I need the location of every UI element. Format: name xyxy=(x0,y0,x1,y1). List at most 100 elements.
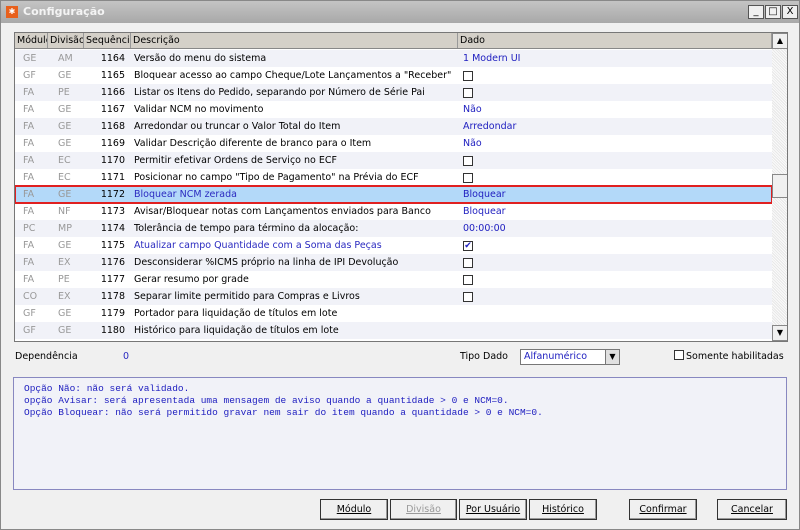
modulo-cell: FA xyxy=(23,138,35,149)
modulo-cell: FA xyxy=(23,274,35,285)
cancelar-button[interactable]: Cancelar xyxy=(717,499,787,520)
col-modulo[interactable]: Módulo xyxy=(15,33,48,48)
col-divisao[interactable]: Divisão xyxy=(48,33,84,48)
dado-cell[interactable]: 1 Modern UI xyxy=(458,50,772,67)
table-row-selected[interactable]: FA GE 1172 Bloquear NCM zerada Bloquear xyxy=(15,185,773,204)
descricao-cell: Bloquear NCM zerada xyxy=(134,189,237,200)
dado-cell[interactable]: Bloquear xyxy=(458,203,772,220)
table-row[interactable]: FA NF 1173 Avisar/Bloquear notas com Lan… xyxy=(15,203,772,220)
dependencia-value: 0 xyxy=(123,351,130,362)
chevron-down-icon[interactable]: ▼ xyxy=(605,350,619,364)
checkbox[interactable] xyxy=(463,70,473,81)
maximize-button[interactable]: □ xyxy=(765,5,781,19)
divisao-cell: GE xyxy=(58,325,72,336)
close-button[interactable]: X xyxy=(782,5,798,19)
sequencia-cell: 1173 xyxy=(100,206,125,217)
checkbox[interactable] xyxy=(463,87,473,98)
memo-line: opção Avisar: será apresentada uma mensa… xyxy=(24,395,509,406)
sequencia-cell: 1169 xyxy=(100,138,125,149)
table-row[interactable]: GF GE 1165 Bloquear acesso ao campo Cheq… xyxy=(15,67,772,84)
modulo-cell: GE xyxy=(23,53,37,64)
divisao-button[interactable]: Divisão xyxy=(390,499,457,520)
checkbox[interactable] xyxy=(463,291,473,302)
col-dado[interactable]: Dado xyxy=(458,33,772,48)
dado-cell[interactable] xyxy=(458,169,772,186)
divisao-cell: EX xyxy=(58,257,71,268)
table-row[interactable]: GF GE 1179 Portador para liquidação de t… xyxy=(15,305,772,322)
table-row[interactable]: FA GE 1167 Validar NCM no movimento Não xyxy=(15,101,772,118)
dado-cell[interactable]: Não xyxy=(458,135,772,152)
table-row[interactable]: FA EX 1176 Desconsiderar %ICMS próprio n… xyxy=(15,254,772,271)
descricao-cell: Validar Descrição diferente de branco pa… xyxy=(134,138,372,149)
table-row[interactable]: PC MP 1174 Tolerância de tempo para térm… xyxy=(15,220,772,237)
table-row[interactable]: FA GE 1168 Arredondar ou truncar o Valor… xyxy=(15,118,772,135)
dado-cell[interactable]: 00:00:00 xyxy=(458,220,772,237)
tipo-dado-value: Alfanumérico xyxy=(524,351,588,362)
vertical-scrollbar[interactable]: ▲ ▼ xyxy=(772,33,787,341)
divisao-cell: EC xyxy=(58,172,71,183)
dado-cell[interactable]: Arredondar xyxy=(458,118,772,135)
table-row[interactable]: FA GE 1175 Atualizar campo Quantidade co… xyxy=(15,237,772,254)
divisao-cell: NF xyxy=(58,206,71,217)
table-row[interactable]: GE AM 1164 Versão do menu do sistema 1 Mo… xyxy=(15,50,772,67)
dado-cell[interactable] xyxy=(458,288,772,305)
dado-cell[interactable]: Não xyxy=(458,101,772,118)
descricao-cell: Gerar resumo por grade xyxy=(134,274,249,285)
table-row[interactable]: FA PE 1166 Listar os Itens do Pedido, se… xyxy=(15,84,772,101)
divisao-cell: GE xyxy=(58,189,72,200)
scroll-up-button[interactable]: ▲ xyxy=(772,33,787,49)
modulo-cell: FA xyxy=(23,240,35,251)
checkbox[interactable] xyxy=(463,257,473,268)
table-row[interactable]: FA PE 1177 Gerar resumo por grade xyxy=(15,271,772,288)
description-memo[interactable]: Opção Não: não será validado. opção Avis… xyxy=(13,377,787,490)
dado-cell[interactable]: ✔ xyxy=(458,237,772,254)
dado-cell[interactable] xyxy=(458,305,772,322)
grid-header: Módulo Divisão Sequência Descrição Dado xyxy=(15,33,772,49)
descricao-cell: Tolerância de tempo para término da aloc… xyxy=(134,223,359,234)
dado-cell[interactable] xyxy=(458,152,772,169)
descricao-cell: Posicionar no campo "Tipo de Pagamento" … xyxy=(134,172,419,183)
confirmar-button[interactable]: Confirmar xyxy=(629,499,697,520)
dado-cell[interactable] xyxy=(458,84,772,101)
divisao-cell: EC xyxy=(58,155,71,166)
sequencia-cell: 1176 xyxy=(100,257,125,268)
table-row[interactable]: FA EC 1171 Posicionar no campo "Tipo de … xyxy=(15,169,772,186)
checkbox[interactable] xyxy=(463,155,473,166)
descricao-cell: Desconsiderar %ICMS próprio na linha de … xyxy=(134,257,399,268)
sequencia-cell: 1171 xyxy=(100,172,125,183)
scroll-down-button[interactable]: ▼ xyxy=(772,325,787,341)
checkbox[interactable] xyxy=(463,172,473,183)
modulo-cell: FA xyxy=(23,257,35,268)
config-grid: Módulo Divisão Sequência Descrição Dado … xyxy=(14,32,788,342)
checkbox[interactable] xyxy=(463,274,473,285)
window-title: Configuração xyxy=(23,5,105,18)
por-usuario-button[interactable]: Por Usuário xyxy=(459,499,527,520)
grid-body: GE AM 1164 Versão do menu do sistema 1 Mo… xyxy=(15,50,773,341)
dado-cell[interactable] xyxy=(458,271,772,288)
historico-button[interactable]: Histórico xyxy=(529,499,597,520)
checked-checkbox[interactable]: ✔ xyxy=(463,240,473,251)
modulo-cell: FA xyxy=(23,87,35,98)
somente-habilitadas-checkbox[interactable] xyxy=(674,350,684,360)
tipo-dado-select[interactable]: Alfanumérico ▼ xyxy=(520,349,620,365)
table-row[interactable]: FA GE 1169 Validar Descrição diferente d… xyxy=(15,135,772,152)
dado-cell[interactable] xyxy=(458,322,772,339)
table-row[interactable]: FA EC 1170 Permitir efetivar Ordens de S… xyxy=(15,152,772,169)
descricao-cell: Atualizar campo Quantidade com a Soma da… xyxy=(134,240,382,251)
col-sequencia[interactable]: Sequência xyxy=(84,33,131,48)
modulo-cell: FA xyxy=(23,206,35,217)
table-row[interactable]: CO EX 1178 Separar limite permitido para… xyxy=(15,288,772,305)
modulo-button[interactable]: Módulo xyxy=(320,499,388,520)
dado-cell[interactable] xyxy=(458,254,772,271)
col-descricao[interactable]: Descrição xyxy=(131,33,458,48)
scroll-thumb[interactable] xyxy=(772,174,787,198)
dado-cell[interactable]: Bloquear xyxy=(458,186,772,203)
descricao-cell: Validar NCM no movimento xyxy=(134,104,264,115)
minimize-button[interactable]: _ xyxy=(748,5,764,19)
dado-cell[interactable] xyxy=(458,67,772,84)
table-row[interactable]: GF GE 1180 Histórico para liquidação de … xyxy=(15,322,772,339)
divisao-cell: GE xyxy=(58,138,72,149)
modulo-cell: GF xyxy=(23,325,36,336)
descricao-cell: Separar limite permitido para Compras e … xyxy=(134,291,360,302)
modulo-cell: FA xyxy=(23,104,35,115)
